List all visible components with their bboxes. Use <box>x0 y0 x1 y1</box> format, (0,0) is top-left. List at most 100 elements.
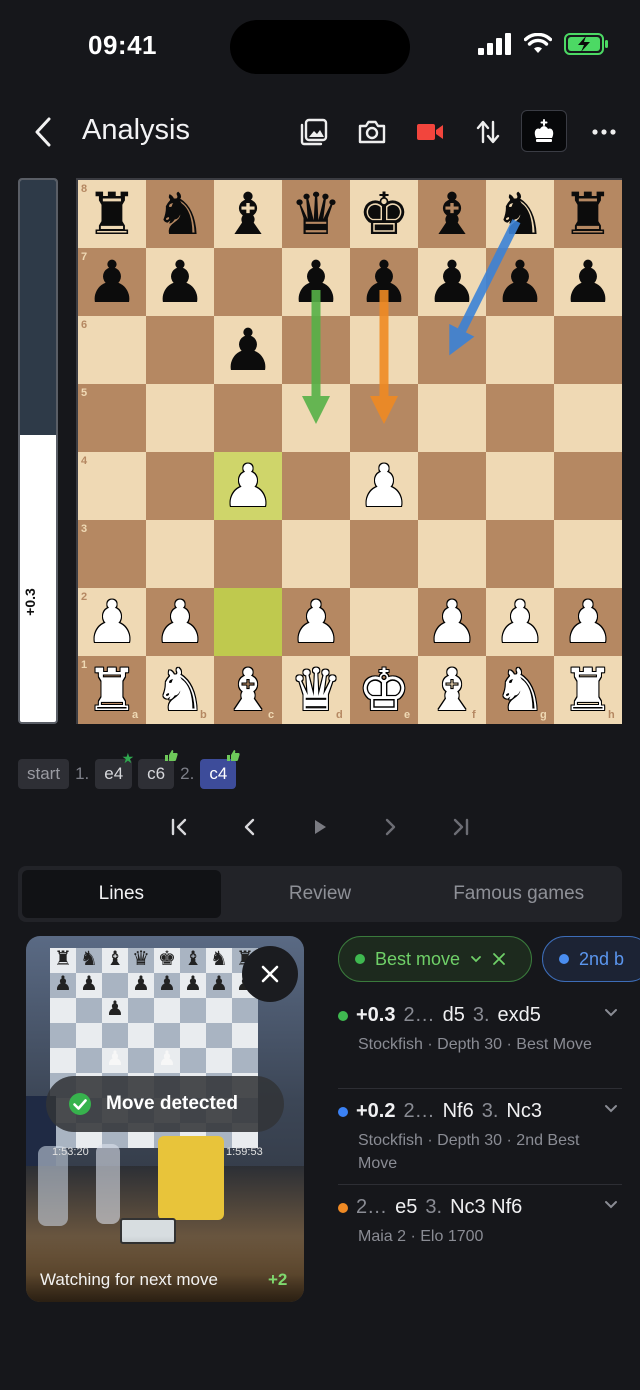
square-a5[interactable] <box>78 384 146 452</box>
square-c7[interactable] <box>214 248 282 316</box>
square-e5[interactable] <box>350 384 418 452</box>
square-g5[interactable] <box>486 384 554 452</box>
camera-piece: ♟ <box>106 1046 124 1070</box>
square-e6[interactable] <box>350 316 418 384</box>
move-chip-e4[interactable]: e4 ★ <box>95 750 134 789</box>
line-move-number: 3. <box>472 1004 490 1026</box>
square-a4[interactable] <box>78 452 146 520</box>
second-best-filter[interactable]: 2nd b <box>542 936 640 982</box>
camera-button[interactable] <box>352 112 392 152</box>
square-c3[interactable] <box>214 520 282 588</box>
camera-board-square <box>206 1023 232 1048</box>
chess-board[interactable]: ♜ 8 ♞ ♝ ♛ ♚ ♝ ♞ ♜ ♟ 7 ♟ ♟ ♟ ♟ ♟ ♟ 6 ♟ 5 4 ♟ ♟ 3 ♟ 2 ♟ ♟ ♟ ♟ ♟ ♜ 1 a ♞ b ♝ c ♛ d… <box>76 178 622 724</box>
square-d3[interactable] <box>282 520 350 588</box>
black-pawn-a7[interactable]: ♟ <box>78 248 146 316</box>
square-g3[interactable] <box>486 520 554 588</box>
wifi-icon <box>524 33 552 53</box>
black-knight-g8[interactable]: ♞ <box>486 180 554 248</box>
black-pawn-c6[interactable]: ♟ <box>214 316 282 384</box>
square-b5[interactable] <box>146 384 214 452</box>
black-rook-a8[interactable]: ♜ <box>78 180 146 248</box>
black-pawn-h7[interactable]: ♟ <box>554 248 622 316</box>
white-pawn-a2[interactable]: ♟ <box>78 588 146 656</box>
video-record-button[interactable] <box>410 112 450 152</box>
square-g6[interactable] <box>486 316 554 384</box>
move-chip-c4[interactable]: c4 <box>200 750 240 789</box>
line-move-number: 3. <box>481 1100 499 1122</box>
square-f6[interactable] <box>418 316 486 384</box>
square-h6[interactable] <box>554 316 622 384</box>
second-best-filter-clip: 2nd b <box>542 936 640 982</box>
black-knight-b8[interactable]: ♞ <box>146 180 214 248</box>
first-move-button[interactable] <box>160 812 200 842</box>
flip-arrows-icon <box>476 120 500 144</box>
file-label: b <box>200 709 207 721</box>
best-move-filter[interactable]: Best move <box>338 936 532 982</box>
white-pawn-h2[interactable]: ♟ <box>554 588 622 656</box>
move-chip-c6[interactable]: c6 <box>138 750 178 789</box>
square-b3[interactable] <box>146 520 214 588</box>
engine-line[interactable]: +0.3 2… d5 3. exd5 Stockfish · Depth 30 · Be… <box>338 1004 622 1056</box>
white-pawn-c4[interactable]: ♟ <box>214 452 282 520</box>
black-pawn-g7[interactable]: ♟ <box>486 248 554 316</box>
square-d6[interactable] <box>282 316 350 384</box>
black-king-e8[interactable]: ♚ <box>350 180 418 248</box>
black-bishop-f8[interactable]: ♝ <box>418 180 486 248</box>
square-c2[interactable] <box>214 588 282 656</box>
chevron-down-icon[interactable] <box>604 1104 618 1114</box>
black-pawn-b7[interactable]: ♟ <box>146 248 214 316</box>
next-move-button[interactable] <box>370 812 410 842</box>
start-chip[interactable]: start <box>18 759 70 789</box>
last-move-button[interactable] <box>440 812 480 842</box>
square-e3[interactable] <box>350 520 418 588</box>
black-bishop-c8[interactable]: ♝ <box>214 180 282 248</box>
square-d5[interactable] <box>282 384 350 452</box>
square-g4[interactable] <box>486 452 554 520</box>
tab-lines[interactable]: Lines <box>22 870 221 918</box>
best-move-star-icon: ★ <box>121 750 135 766</box>
camera-board-square <box>128 998 154 1023</box>
black-rook-h8[interactable]: ♜ <box>554 180 622 248</box>
square-c5[interactable] <box>214 384 282 452</box>
flip-board-button[interactable] <box>468 112 508 152</box>
square-f3[interactable] <box>418 520 486 588</box>
chevron-down-icon[interactable] <box>604 1008 618 1018</box>
square-b4[interactable] <box>146 452 214 520</box>
square-h5[interactable] <box>554 384 622 452</box>
tab-famous-games[interactable]: Famous games <box>419 870 618 918</box>
gallery-button[interactable] <box>294 112 334 152</box>
square-b6[interactable] <box>146 316 214 384</box>
black-queen-d8[interactable]: ♛ <box>282 180 350 248</box>
camera-board-square <box>76 1048 102 1073</box>
rank-label: 3 <box>81 523 88 535</box>
white-pawn-e4[interactable]: ♟ <box>350 452 418 520</box>
square-e2[interactable] <box>350 588 418 656</box>
square-a3[interactable] <box>78 520 146 588</box>
square-h3[interactable] <box>554 520 622 588</box>
black-pawn-e7[interactable]: ♟ <box>350 248 418 316</box>
close-camera-button[interactable] <box>242 946 298 1002</box>
white-pawn-d2[interactable]: ♟ <box>282 588 350 656</box>
back-button[interactable] <box>28 114 58 150</box>
close-icon[interactable] <box>492 952 506 966</box>
black-pawn-d7[interactable]: ♟ <box>282 248 350 316</box>
play-button[interactable] <box>300 812 340 842</box>
previous-move-button[interactable] <box>230 812 270 842</box>
more-options-button[interactable] <box>584 112 624 152</box>
king-mode-button[interactable] <box>521 110 567 152</box>
black-pawn-f7[interactable]: ♟ <box>418 248 486 316</box>
white-pawn-b2[interactable]: ♟ <box>146 588 214 656</box>
tab-review[interactable]: Review <box>221 870 420 918</box>
square-d4[interactable] <box>282 452 350 520</box>
chevron-down-icon[interactable] <box>604 1200 618 1210</box>
engine-line[interactable]: 2… e5 3. Nc3 Nf6 Maia 2 · Elo 1700 <box>338 1196 622 1248</box>
camera-piece: ♟ <box>158 1046 176 1070</box>
square-f5[interactable] <box>418 384 486 452</box>
square-a6[interactable] <box>78 316 146 384</box>
engine-line[interactable]: +0.2 2… Nf6 3. Nc3 Stockfish · Depth 30 · 2n… <box>338 1100 622 1175</box>
square-f4[interactable] <box>418 452 486 520</box>
white-pawn-g2[interactable]: ♟ <box>486 588 554 656</box>
square-h4[interactable] <box>554 452 622 520</box>
chevron-left-icon <box>35 117 51 147</box>
white-pawn-f2[interactable]: ♟ <box>418 588 486 656</box>
